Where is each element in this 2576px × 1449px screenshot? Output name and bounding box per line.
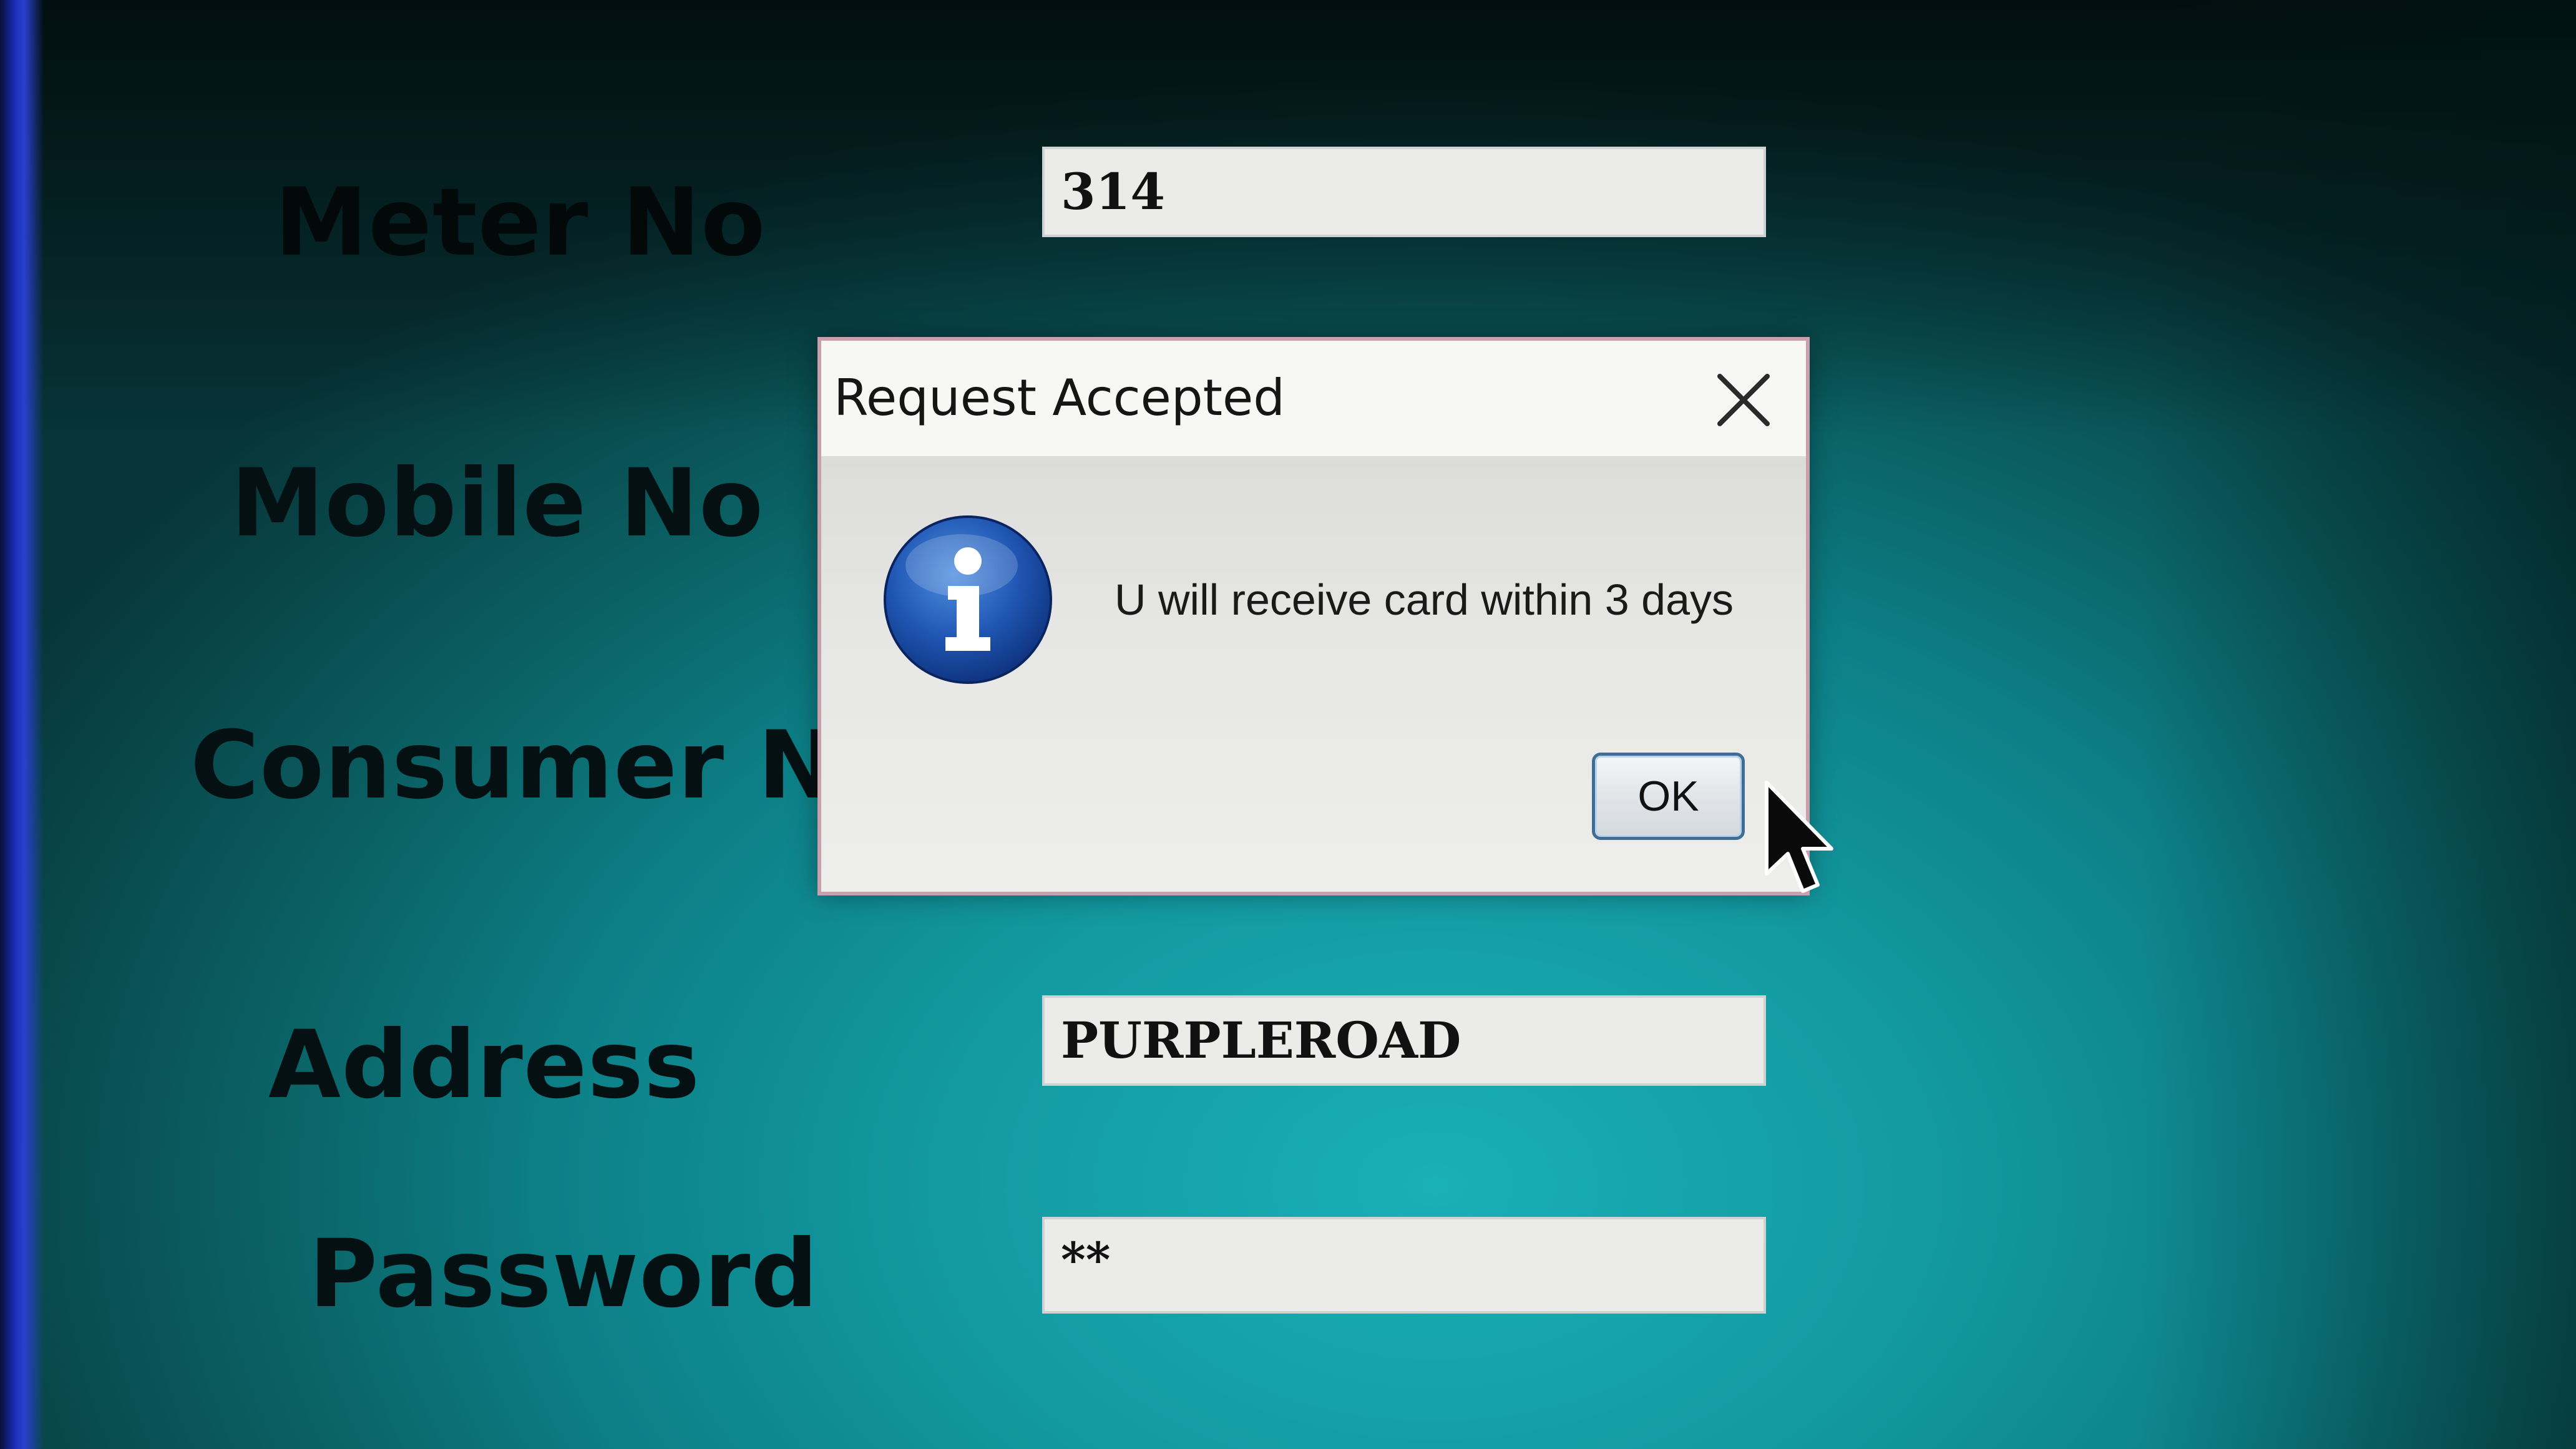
dialog-title: Request Accepted [834,369,1286,427]
meter-no-label: Meter No [275,168,766,277]
monitor-bezel-edge [0,0,44,1449]
info-icon [881,512,1055,687]
consumer-no-label: Consumer No [190,711,902,820]
dialog-message: U will receive card within 3 days [1115,575,1734,624]
meter-no-field[interactable]: 314 [1042,147,1766,237]
address-field[interactable]: PURPLEROAD [1042,995,1766,1086]
screen-edge-shade [2139,0,2576,1449]
dialog-titlebar: Request Accepted [821,341,1806,457]
dialog-body: U will receive card within 3 days OK [821,456,1806,892]
password-field[interactable]: ** [1042,1217,1766,1314]
request-accepted-dialog: Request Accepted U will receive card wit… [817,337,1810,895]
screen: Meter No Mobile No Consumer No Address P… [0,0,2576,1449]
ok-button[interactable]: OK [1592,753,1745,840]
mobile-no-label: Mobile No [231,449,764,558]
address-label: Address [268,1011,701,1120]
password-label: Password [309,1220,819,1329]
mouse-cursor-icon [1763,780,1838,899]
close-icon[interactable] [1712,369,1775,431]
